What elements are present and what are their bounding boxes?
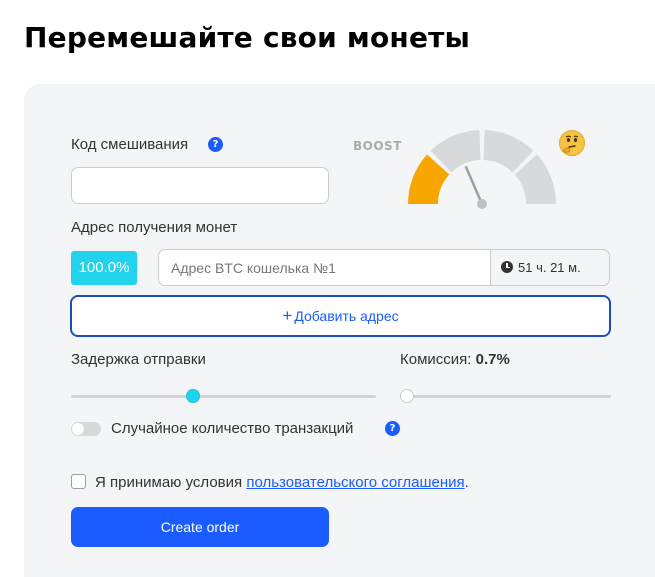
plus-icon: + — [282, 306, 293, 325]
random-tx-toggle[interactable] — [71, 422, 101, 436]
address-label: Адрес получения монет — [71, 219, 238, 236]
delay-label: Задержка отправки — [71, 351, 206, 368]
fee-display: Комиссия: 0.7% — [400, 351, 510, 368]
fee-slider[interactable] — [400, 395, 611, 398]
terms-text: Я принимаю условия пользовательского сог… — [95, 474, 469, 491]
gauge-needle — [464, 166, 484, 206]
fee-value: 0.7% — [475, 351, 510, 368]
terms-checkbox[interactable] — [71, 474, 86, 489]
terms-suffix: . — [464, 474, 469, 491]
add-address-label: Добавить адрес — [294, 308, 399, 324]
fee-label: Комиссия: — [400, 351, 472, 368]
delay-slider-thumb[interactable] — [186, 389, 200, 403]
address-percent-badge[interactable]: 100.0% — [71, 251, 137, 285]
random-tx-help-icon[interactable]: ? — [385, 421, 400, 436]
terms-link[interactable]: пользовательского соглашения — [246, 474, 464, 491]
mix-code-label: Код смешивания — [71, 136, 189, 153]
mix-code-help-icon[interactable]: ? — [208, 137, 223, 152]
delay-time-display: 51 ч. 21 м. — [490, 249, 610, 286]
mixer-form-panel: Код смешивания ? BOOST Адрес получения м… — [24, 84, 655, 577]
boost-gauge[interactable] — [404, 128, 560, 214]
clock-icon — [501, 261, 513, 273]
random-tx-label: Случайное количество транзакций — [111, 420, 354, 437]
fee-slider-thumb[interactable] — [400, 389, 415, 403]
page-title: Перемешайте свои монеты — [24, 21, 471, 54]
add-address-button[interactable]: + Добавить адрес — [70, 295, 611, 337]
delay-slider[interactable] — [71, 395, 376, 398]
mix-code-input[interactable] — [71, 167, 329, 204]
boost-label: BOOST — [353, 139, 402, 153]
thinking-face-icon — [559, 130, 585, 156]
gauge-pivot — [477, 199, 487, 209]
terms-prefix: Я принимаю условия — [95, 474, 243, 491]
toggle-knob — [72, 423, 84, 435]
create-order-button[interactable]: Create order — [71, 507, 329, 547]
delay-time-value: 51 ч. 21 м. — [518, 260, 581, 275]
btc-address-input[interactable] — [158, 249, 491, 286]
